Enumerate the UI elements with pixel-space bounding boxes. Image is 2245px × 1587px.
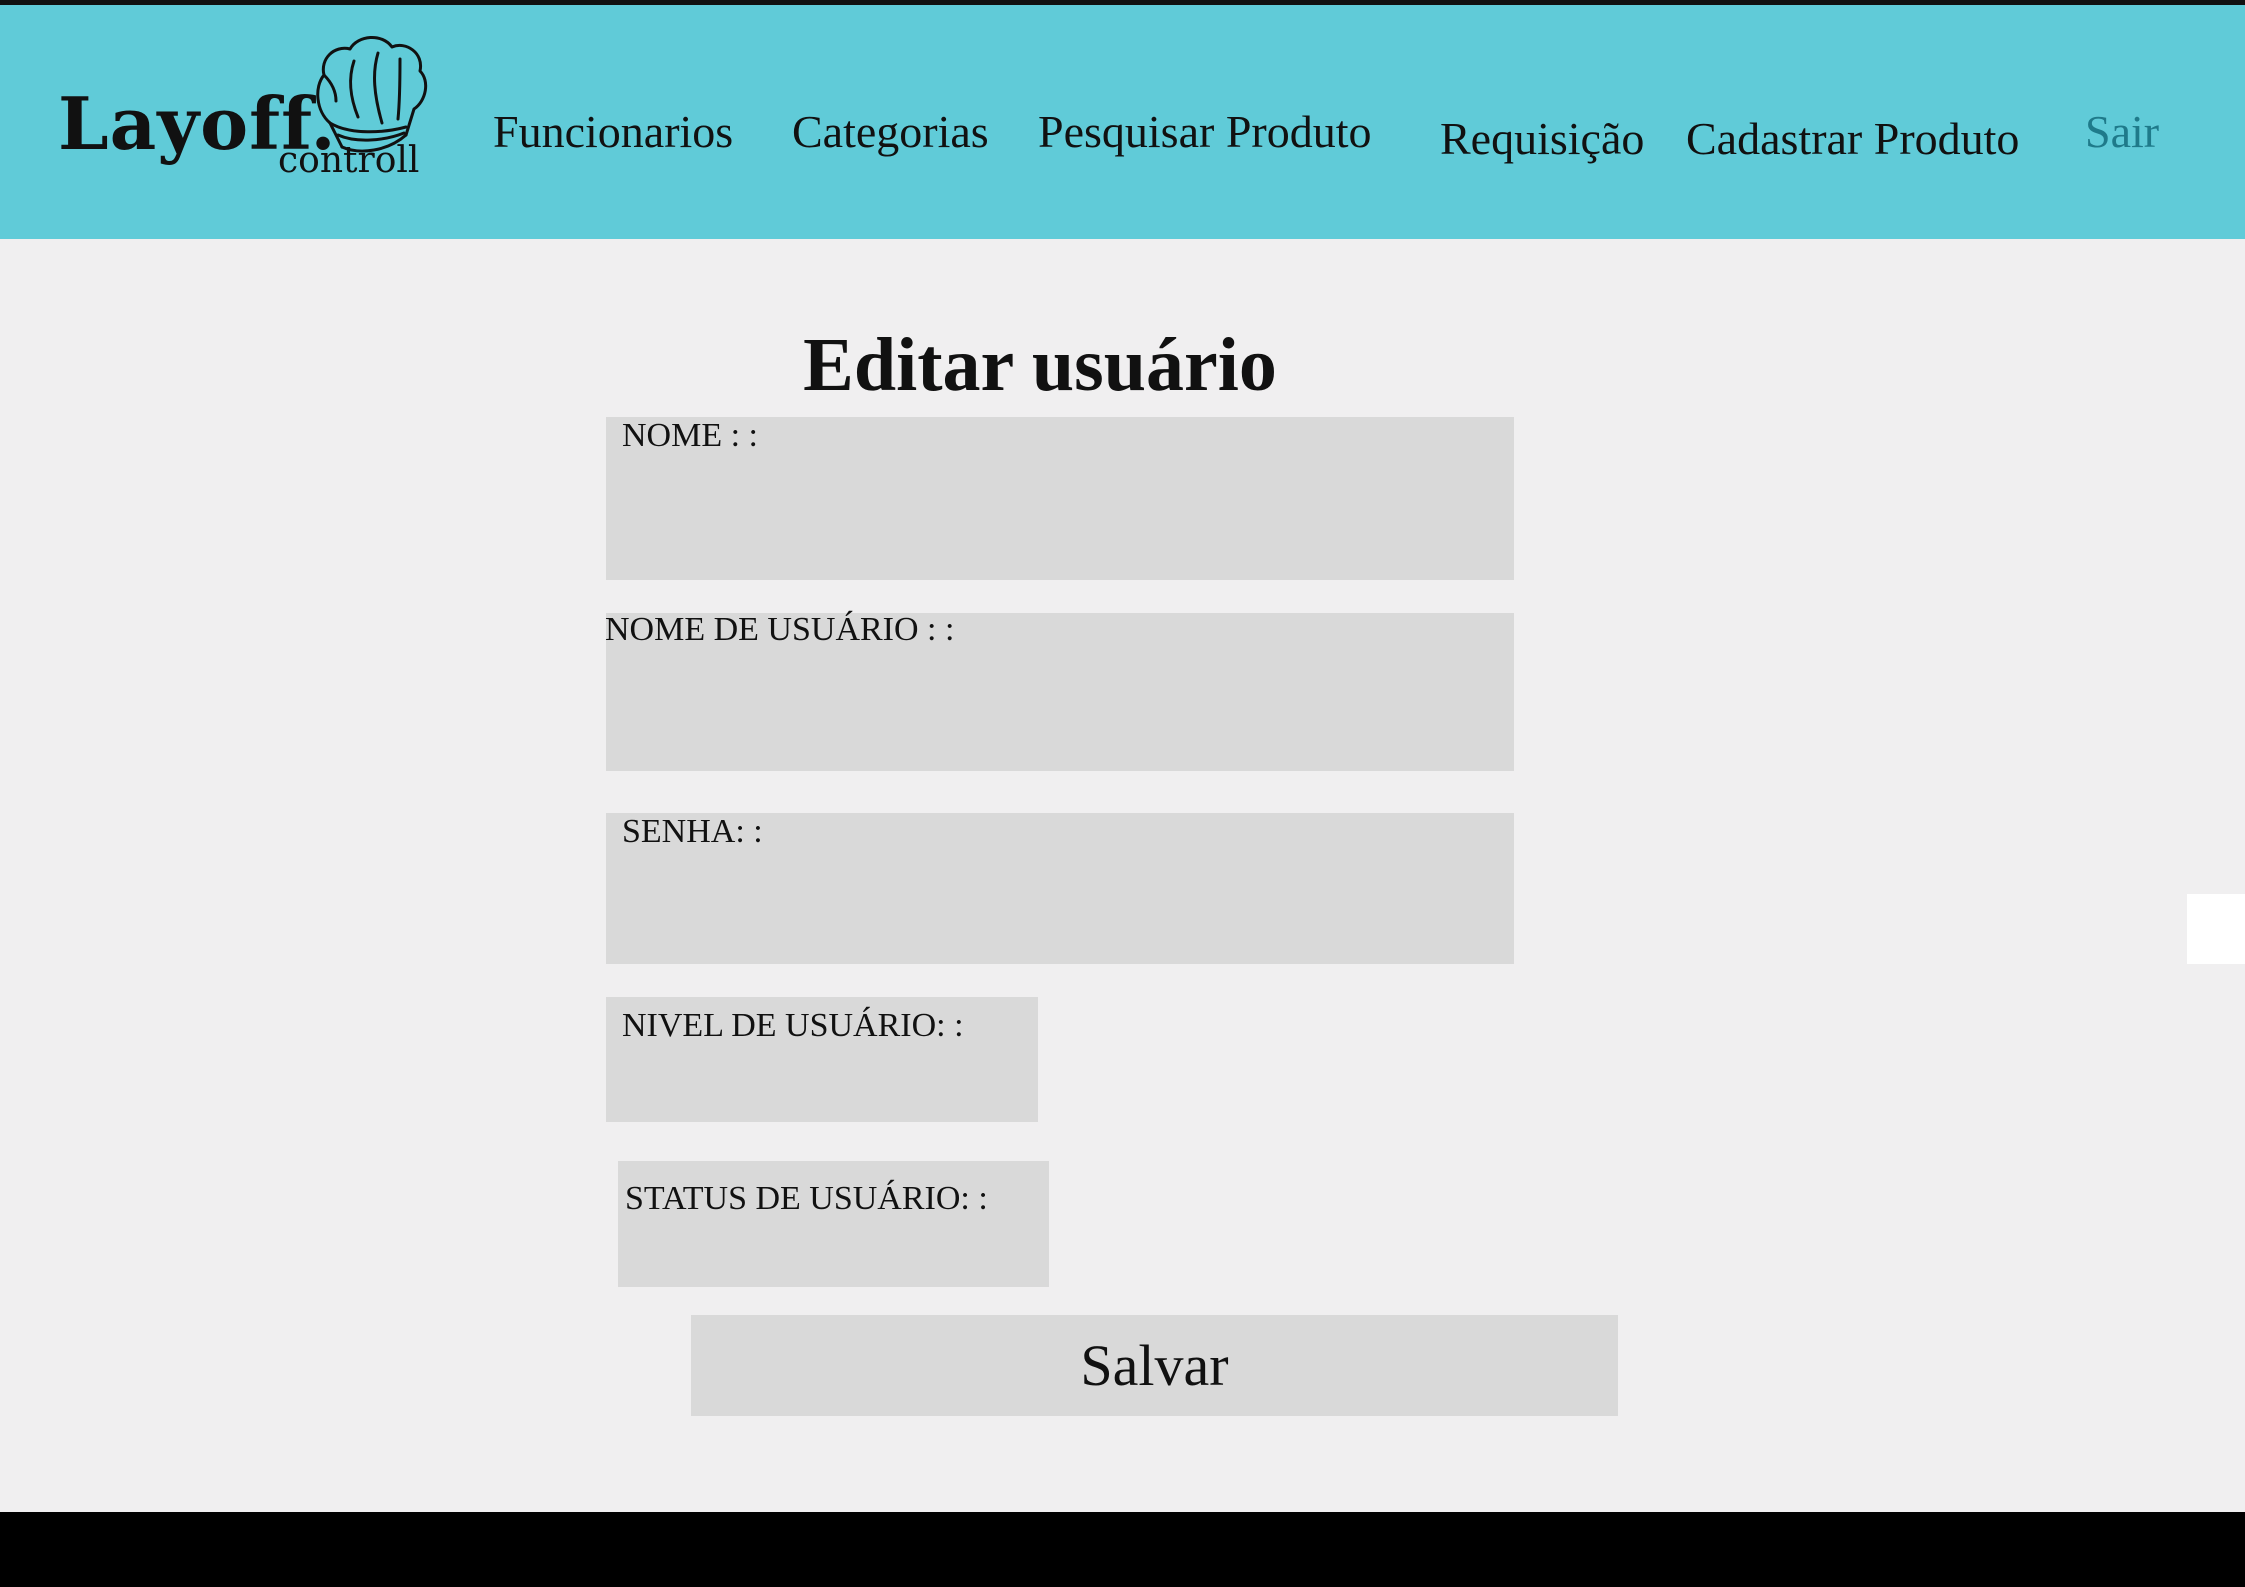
nivel-de-usuario-field[interactable]: NIVEL DE USUÁRIO: : xyxy=(606,997,1038,1122)
save-button[interactable]: Salvar xyxy=(691,1315,1618,1416)
side-tab[interactable] xyxy=(2187,894,2245,964)
nome-label: NOME : : xyxy=(622,417,758,454)
page-title: Editar usuário xyxy=(803,323,1277,407)
nome-de-usuario-field[interactable]: NOME DE USUÁRIO : : xyxy=(605,611,1514,771)
nivel-de-usuario-label: NIVEL DE USUÁRIO: : xyxy=(622,1007,964,1044)
nav-sair[interactable]: Sair xyxy=(2085,109,2159,155)
senha-field[interactable]: SENHA: : xyxy=(606,813,1514,964)
nav-pesquisar-produto[interactable]: Pesquisar Produto xyxy=(1038,109,1372,155)
status-de-usuario-label: STATUS DE USUÁRIO: : xyxy=(625,1180,988,1217)
main-content: Editar usuário NOME : : NOME DE USUÁRIO … xyxy=(0,239,2245,1512)
page: Layoff. controll Funcionarios Categorias… xyxy=(0,0,2245,1587)
nav-funcionarios[interactable]: Funcionarios xyxy=(493,109,733,155)
footer-bar xyxy=(0,1512,2245,1587)
nav-categorias[interactable]: Categorias xyxy=(792,109,989,155)
status-de-usuario-field[interactable]: STATUS DE USUÁRIO: : xyxy=(618,1161,1049,1287)
nav-requisicao[interactable]: Requisição xyxy=(1440,116,1644,162)
chef-hat-icon xyxy=(316,36,428,153)
logo[interactable]: Layoff. controll xyxy=(58,25,438,195)
header-bar: Layoff. controll Funcionarios Categorias… xyxy=(0,5,2245,239)
nome-de-usuario-label: NOME DE USUÁRIO : : xyxy=(605,611,955,648)
nav-cadastrar-produto[interactable]: Cadastrar Produto xyxy=(1686,116,2019,162)
senha-label: SENHA: : xyxy=(622,813,763,850)
nome-field[interactable]: NOME : : xyxy=(606,417,1514,580)
